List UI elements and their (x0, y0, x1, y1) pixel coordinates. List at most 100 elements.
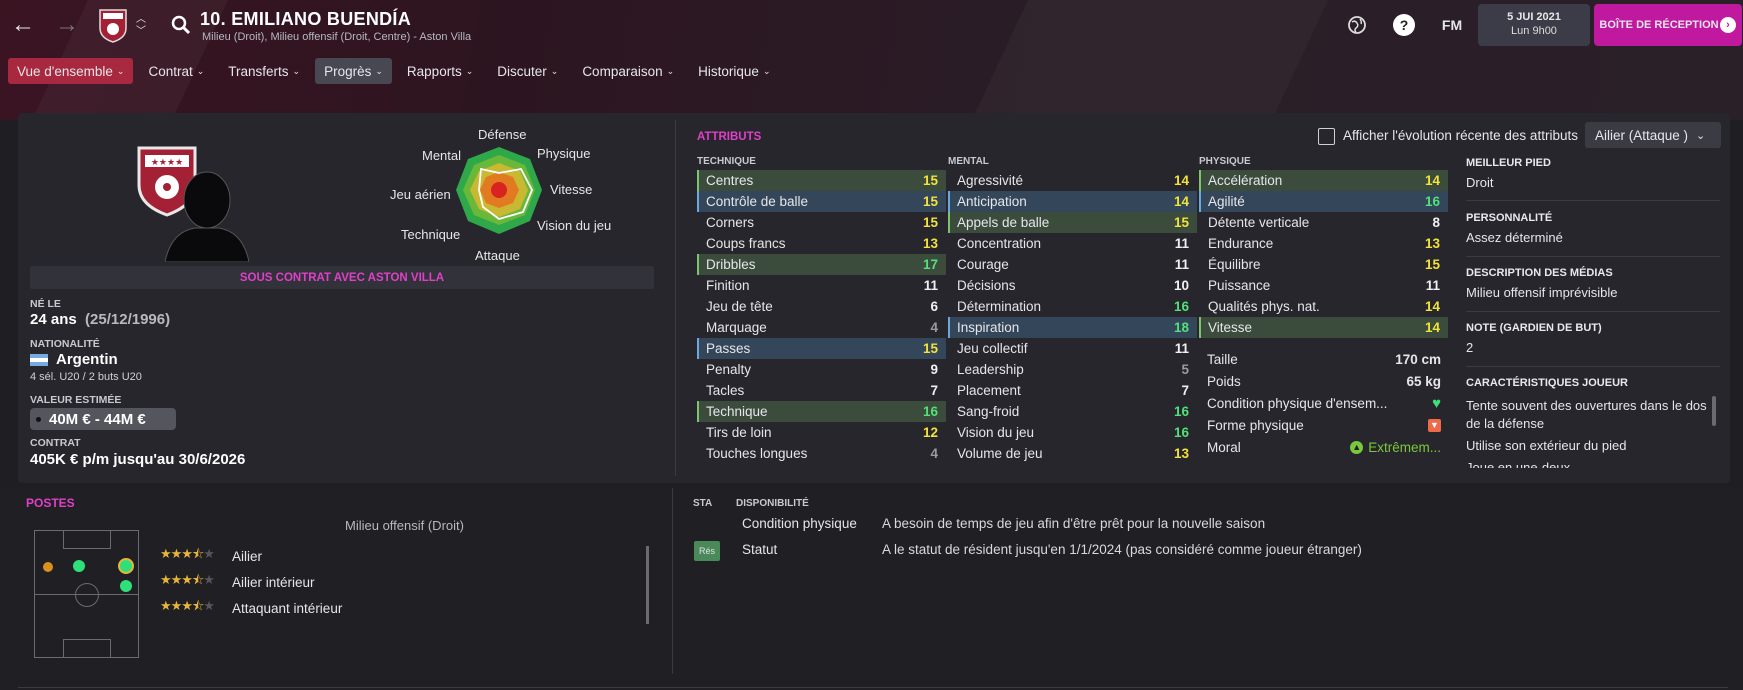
attribute-row[interactable]: Penalty 9 (697, 359, 946, 380)
role-row[interactable]: ★★★⯪★ Ailier (160, 546, 262, 566)
back-arrow-icon[interactable]: ← (8, 10, 38, 40)
gk-rating-value: 2 (1466, 340, 1474, 355)
trait-item: Utilise son extérieur du pied (1466, 438, 1627, 453)
attribute-row[interactable]: Contrôle de balle 15 (697, 191, 946, 212)
attributes-title: ATTRIBUTS (697, 131, 762, 143)
condition-row[interactable]: Condition physique d'ensem... ♥ (1207, 392, 1441, 414)
inbox-button[interactable]: BOÎTE DE RÉCEPTION › (1594, 4, 1742, 46)
attribute-row[interactable]: Agilité 16 (1199, 191, 1448, 212)
show-evolution-checkbox[interactable] (1318, 128, 1335, 145)
attribute-value: 8 (1432, 215, 1440, 230)
attribute-row[interactable]: Centres 15 (697, 170, 946, 191)
attribute-row[interactable]: Appels de balle 15 (948, 212, 1197, 233)
form-row[interactable]: Forme physique ▼ (1207, 414, 1441, 436)
tab-history[interactable]: Historique ⌄ (689, 58, 779, 84)
tab-discuss[interactable]: Discuter ⌄ (488, 58, 567, 84)
attribute-row[interactable]: Vitesse 14 (1199, 317, 1448, 338)
attribute-value: 16 (1173, 425, 1189, 440)
role-select[interactable]: Ailier (Attaque ) ⌄ (1585, 122, 1721, 148)
attribute-row[interactable]: Placement 7 (948, 380, 1197, 401)
search-icon[interactable] (168, 12, 194, 38)
attribute-value: 12 (922, 425, 938, 440)
fm-logo[interactable]: FM (1438, 14, 1466, 36)
attribute-row[interactable]: Touches longues 4 (697, 443, 946, 464)
separator (1466, 311, 1720, 312)
attribute-row[interactable]: Détermination 16 (948, 296, 1197, 317)
attribute-row[interactable]: Inspiration 18 (948, 317, 1197, 338)
position-dot[interactable] (73, 560, 85, 572)
attribute-value: 11 (923, 278, 938, 293)
attribute-row[interactable]: Passes 15 (697, 338, 946, 359)
attribute-row[interactable]: Corners 15 (697, 212, 946, 233)
roles-scrollbar[interactable] (646, 546, 649, 624)
radar-label-mental: Mental (422, 148, 462, 163)
globe-icon[interactable] (1346, 14, 1368, 36)
forward-arrow-icon[interactable]: → (52, 10, 82, 40)
personality-label: PERSONNALITÉ (1466, 212, 1553, 224)
tab-reports[interactable]: Rapports ⌄ (398, 58, 482, 84)
media-description-value: Milieu offensif imprévisible (1466, 285, 1618, 300)
attribute-row[interactable]: Qualités phys. nat. 14 (1199, 296, 1448, 317)
estimated-value[interactable]: 40M € - 44M € (30, 408, 176, 430)
radar-label-technique: Technique (401, 227, 461, 242)
attribute-row[interactable]: Volume de jeu 13 (948, 443, 1197, 464)
attribute-row[interactable]: Finition 11 (697, 275, 946, 296)
role-row[interactable]: ★★★⯪★ Attaquant intérieur (160, 598, 342, 618)
attribute-row[interactable]: Détente verticale 8 (1199, 212, 1448, 233)
attribute-row[interactable]: Marquage 4 (697, 317, 946, 338)
morale-row[interactable]: Moral ▲ Extrêmem... (1207, 436, 1441, 458)
attribute-row[interactable]: Endurance 13 (1199, 233, 1448, 254)
attribute-value: 7 (930, 383, 938, 398)
traits-scrollbar[interactable] (1712, 396, 1716, 426)
attribute-row[interactable]: Dribbles 17 (697, 254, 946, 275)
tab-contract[interactable]: Contrat ⌄ (139, 58, 213, 84)
chevron-down-icon: ⌄ (465, 65, 474, 76)
position-dot-natural[interactable] (118, 558, 134, 574)
condition-value: A besoin de temps de jeu afin d'être prê… (882, 516, 1266, 531)
nationality-label: NATIONALITÉ (30, 338, 100, 350)
attribute-row[interactable]: Anticipation 14 (948, 191, 1197, 212)
tab-overview[interactable]: Vue d'ensemble ⌄ (8, 58, 134, 84)
contract-label: CONTRAT (30, 437, 81, 449)
positions-pitch (34, 530, 139, 658)
attribute-name: Passes (706, 341, 751, 356)
inbox-label: BOÎTE DE RÉCEPTION (1599, 19, 1719, 31)
height-row: Taille 170 cm (1207, 351, 1441, 367)
club-crest-icon[interactable] (96, 8, 130, 44)
attribute-value: 13 (922, 236, 938, 251)
role-row[interactable]: ★★★⯪★ Ailier intérieur (160, 572, 315, 592)
weight-row: Poids 65 kg (1207, 373, 1441, 389)
sta-header: STA (693, 498, 713, 509)
tab-comparison[interactable]: Comparaison ⌄ (573, 58, 683, 84)
attribute-name: Tacles (706, 383, 745, 398)
attribute-row[interactable]: Vision du jeu 16 (948, 422, 1197, 443)
attribute-row[interactable]: Puissance 11 (1199, 275, 1448, 296)
date-display[interactable]: 5 JUI 2021 Lun 9h00 (1478, 4, 1590, 46)
attribute-row[interactable]: Coups francs 13 (697, 233, 946, 254)
show-evolution-label[interactable]: Afficher l'évolution récente des attribu… (1343, 128, 1578, 143)
attribute-row[interactable]: Tirs de loin 12 (697, 422, 946, 443)
attribute-name: Jeu de tête (706, 299, 773, 314)
attribute-row[interactable]: Tacles 7 (697, 380, 946, 401)
attribute-name: Placement (957, 383, 1021, 398)
attribute-row[interactable]: Jeu collectif 11 (948, 338, 1197, 359)
attribute-row[interactable]: Concentration 11 (948, 233, 1197, 254)
position-dot[interactable] (120, 580, 132, 592)
attribute-row[interactable]: Sang-froid 16 (948, 401, 1197, 422)
attribute-row[interactable]: Leadership 5 (948, 359, 1197, 380)
nationality-value[interactable]: Argentin (30, 351, 118, 368)
attribute-row[interactable]: Agressivité 14 (948, 170, 1197, 191)
attribute-row[interactable]: Courage 11 (948, 254, 1197, 275)
attribute-row[interactable]: Équilibre 15 (1199, 254, 1448, 275)
club-switch-chevrons-icon[interactable]: ︿ ﹀ (134, 8, 148, 44)
attribute-row[interactable]: Accélération 14 (1199, 170, 1448, 191)
attribute-row[interactable]: Décisions 10 (948, 275, 1197, 296)
position-dot[interactable] (43, 562, 53, 572)
help-icon[interactable]: ? (1393, 14, 1415, 36)
attribute-row[interactable]: Jeu de tête 6 (697, 296, 946, 317)
attribute-row[interactable]: Technique 16 (697, 401, 946, 422)
attribute-value: 14 (1424, 320, 1440, 335)
chevron-down-icon: ⌄ (375, 65, 383, 76)
tab-transfers[interactable]: Transferts ⌄ (219, 58, 309, 84)
tab-progress[interactable]: Progrès ⌄ (315, 58, 392, 84)
